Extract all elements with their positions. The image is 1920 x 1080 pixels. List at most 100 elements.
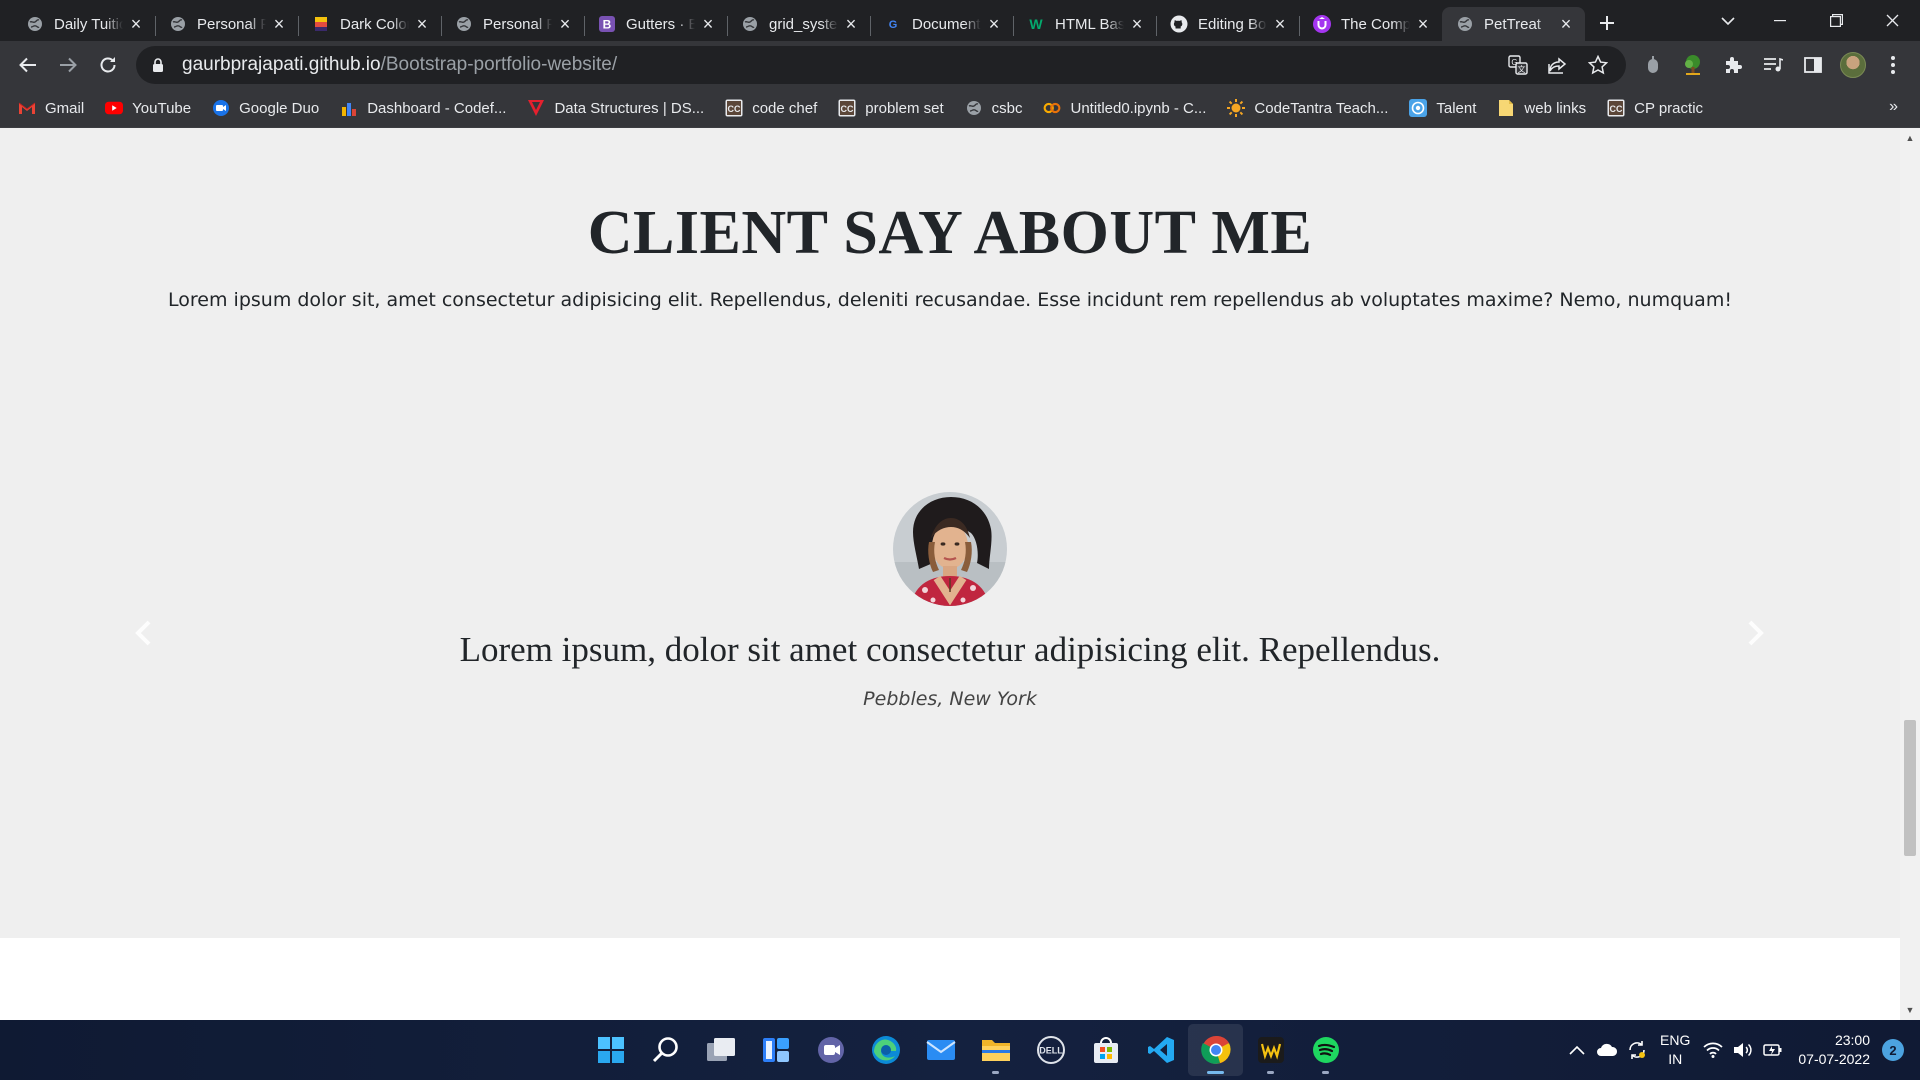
volume-icon[interactable] [1728,1042,1758,1058]
share-icon[interactable] [1546,53,1570,77]
mail-button[interactable] [913,1024,968,1076]
minimize-button[interactable] [1752,0,1808,41]
bookmark-cp-practic[interactable]: CC CP practic [1607,99,1703,117]
tab-active[interactable]: PetTreat × [1442,7,1585,41]
side-panel-icon[interactable] [1796,48,1830,82]
bookmark-gmail[interactable]: Gmail [18,99,84,117]
tab[interactable]: B Gutters · Bootstrap × [584,7,727,41]
bookmark-code-chef[interactable]: CC code chef [725,99,817,117]
close-icon[interactable]: × [556,14,574,34]
close-icon[interactable]: × [985,14,1003,34]
reload-button[interactable] [88,45,128,85]
svg-text:CC: CC [728,104,741,114]
close-icon[interactable]: × [842,14,860,34]
bookmark-problem-set[interactable]: CC problem set [838,99,944,117]
edge-button[interactable] [858,1024,913,1076]
sync-icon[interactable] [1622,1040,1652,1060]
close-icon[interactable]: × [699,14,717,34]
bookmark-web-links[interactable]: web links [1497,99,1586,117]
close-window-button[interactable] [1864,0,1920,41]
puzzle-icon[interactable] [1716,48,1750,82]
testimonials-section: CLIENT SAY ABOUT ME Lorem ipsum dolor si… [0,128,1900,938]
bookmark-codetantra[interactable]: CodeTantra Teach... [1227,99,1388,117]
more-bookmarks-button[interactable]: » [1889,98,1898,116]
tab[interactable]: Personal Portfolio × [441,7,584,41]
bookmark-data-structures[interactable]: Data Structures | DS... [527,99,704,117]
profile-avatar[interactable] [1836,48,1870,82]
store-button[interactable] [1078,1024,1133,1076]
spotify-icon [1312,1037,1339,1063]
youtube-icon [105,99,124,117]
media-control-icon[interactable] [1756,48,1790,82]
bookmark-label: code chef [752,99,818,117]
star-icon[interactable] [1586,53,1610,77]
bookmark-google-duo[interactable]: Google Duo [212,99,319,117]
chrome-button[interactable] [1188,1024,1243,1076]
onedrive-icon[interactable] [1592,1043,1622,1057]
file-explorer-button[interactable] [968,1024,1023,1076]
translate-icon[interactable]: G文 [1506,53,1530,77]
language-indicator[interactable]: ENG IN [1660,1031,1690,1069]
close-icon[interactable]: × [127,14,145,34]
tab-search-button[interactable] [1706,0,1750,41]
close-icon[interactable]: × [1414,14,1432,34]
extension-tree-icon[interactable] [1676,48,1710,82]
close-icon[interactable]: × [270,14,288,34]
close-icon[interactable]: × [413,14,431,34]
scroll-up-arrow-icon[interactable]: ▲ [1900,130,1920,146]
running-indicator [1267,1071,1274,1074]
winamp-button[interactable] [1243,1024,1298,1076]
carousel-next-button[interactable] [1741,615,1771,651]
forward-button[interactable] [48,45,88,85]
back-button[interactable] [8,45,48,85]
bookmark-colab[interactable]: Untitled0.ipynb - C... [1043,99,1206,117]
task-view-button[interactable] [693,1024,748,1076]
dell-button[interactable]: DELL [1023,1024,1078,1076]
bookmark-dashboard[interactable]: Dashboard - Codef... [340,99,506,117]
tab[interactable]: Personal Portfolio × [155,7,298,41]
udemy-icon [1313,15,1331,33]
minimize-icon [1774,19,1786,21]
teams-chat-button[interactable] [803,1024,858,1076]
tab[interactable]: Daily Tuition × [12,7,155,41]
close-icon[interactable]: × [1271,14,1289,34]
tab[interactable]: W HTML Basics × [1013,7,1156,41]
scrollbar-thumb[interactable] [1904,720,1916,856]
wifi-icon[interactable] [1698,1042,1728,1058]
windows-taskbar: DELL ENG IN 23:00 07-07-2022 2 [0,1020,1920,1080]
scroll-down-arrow-icon[interactable]: ▼ [1900,1002,1920,1018]
vscode-button[interactable] [1133,1024,1188,1076]
chevron-up-icon[interactable] [1562,1045,1592,1055]
bookmark-label: Google Duo [239,99,320,117]
tab[interactable]: The Complete × [1299,7,1442,41]
menu-dots-icon[interactable] [1876,48,1910,82]
window-controls [1752,0,1920,41]
search-icon [652,1037,678,1063]
tab-title: HTML Basics [1055,15,1124,33]
spotify-button[interactable] [1298,1024,1353,1076]
extension-mouse-icon[interactable] [1636,48,1670,82]
bookmark-youtube[interactable]: YouTube [105,99,191,117]
lock-icon[interactable] [152,57,168,73]
page-scrollbar[interactable]: ▲ ▼ [1900,128,1920,1020]
tab[interactable]: Dark Colors × [298,7,441,41]
widgets-button[interactable] [748,1024,803,1076]
close-icon[interactable]: × [1128,14,1146,34]
tab[interactable]: grid_system × [727,7,870,41]
tab[interactable]: Editing Bootstrap × [1156,7,1299,41]
bookmark-talent[interactable]: Talent [1409,99,1476,117]
new-tab-button[interactable] [1589,6,1625,40]
tab[interactable]: G Document × [870,7,1013,41]
tab-title: PetTreat [1484,15,1541,33]
search-button[interactable] [638,1024,693,1076]
url-text[interactable]: gaurbprajapati.github.io/Bootstrap-portf… [182,54,617,76]
start-button[interactable] [583,1024,638,1076]
bookmark-csbc[interactable]: csbc [965,99,1022,117]
bookmark-label: Gmail [45,99,85,117]
battery-icon[interactable] [1758,1042,1788,1058]
notification-badge[interactable]: 2 [1882,1039,1904,1061]
clock[interactable]: 23:00 07-07-2022 [1798,1031,1870,1069]
address-bar[interactable]: gaurbprajapati.github.io/Bootstrap-portf… [136,46,1626,84]
restore-button[interactable] [1808,0,1864,41]
close-icon[interactable]: × [1557,14,1575,34]
